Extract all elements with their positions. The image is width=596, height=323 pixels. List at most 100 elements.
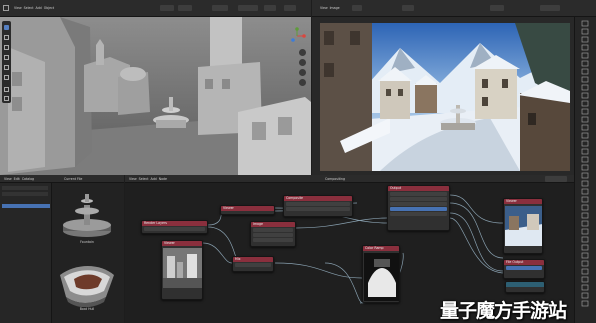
menu-image[interactable]: Image	[330, 6, 340, 10]
node-menu-add[interactable]: Add	[150, 177, 156, 181]
menu-render-view[interactable]: View	[320, 6, 328, 10]
properties-tab-icons[interactable]	[575, 17, 596, 323]
boat-thumbnail	[60, 266, 114, 308]
ortho-toggle-icon[interactable]	[299, 79, 306, 86]
link-10	[449, 212, 504, 272]
link-3	[202, 242, 233, 264]
node-menu-node[interactable]: Node	[159, 177, 167, 181]
menu-add[interactable]: Add	[35, 6, 41, 10]
asset-menu: View Edit Catalog	[4, 177, 64, 181]
node-render-layers-title: Render Layers	[142, 221, 207, 226]
backdrop-toggle[interactable]	[545, 176, 567, 182]
move-tool-icon[interactable]	[4, 45, 9, 50]
catalog-selected[interactable]	[2, 204, 50, 208]
node-tree-title[interactable]: Compositing	[325, 177, 365, 181]
3d-viewport[interactable]	[0, 17, 311, 175]
node-viewer-top[interactable]: Viewer	[220, 205, 275, 215]
viewport-scene	[0, 17, 311, 175]
select-tool-icon[interactable]	[4, 25, 9, 30]
shading-toggle[interactable]	[264, 5, 276, 11]
menu-select[interactable]: Select	[24, 6, 34, 10]
render-pass-select[interactable]	[540, 5, 560, 11]
asset-menu-catalog[interactable]: Catalog	[22, 177, 34, 181]
menu-object[interactable]: Object	[44, 6, 54, 10]
node-menu-select[interactable]: Select	[139, 177, 149, 181]
asset-catalog-sidebar	[0, 183, 52, 323]
asset-header: View Edit Catalog Current File	[0, 175, 124, 183]
scale-tool-icon[interactable]	[4, 65, 9, 70]
node-menu-view[interactable]: View	[129, 177, 137, 181]
node-mix-title: Mix	[233, 257, 273, 262]
asset-item-fountain[interactable]: Fountain	[56, 191, 118, 245]
viewport-toolbar	[2, 21, 11, 103]
camera-view-icon[interactable]	[299, 69, 306, 76]
transform-tool-icon[interactable]	[4, 75, 9, 80]
render-layer-select[interactable]	[402, 5, 414, 11]
fountain-thumbnail	[63, 194, 111, 237]
proportional-toggle[interactable]	[178, 5, 192, 11]
link-9	[449, 202, 504, 259]
node-composite-title: Composite	[284, 196, 352, 201]
pan-icon[interactable]	[299, 59, 306, 66]
navigation-gizmo[interactable]	[288, 27, 306, 45]
cursor-tool-icon[interactable]	[4, 35, 9, 40]
render-header: View Image	[312, 0, 596, 17]
link-12	[324, 262, 364, 304]
node-viewer-right-title: Viewer	[504, 199, 542, 204]
asset-browser: Fountain Boat Hull	[0, 183, 124, 323]
node-image-title: Image	[251, 222, 295, 227]
node-group-title	[506, 282, 544, 287]
overlay-toggle[interactable]	[212, 5, 228, 11]
snap-toggle[interactable]	[160, 5, 174, 11]
node-mix[interactable]: Mix	[232, 256, 274, 272]
asset-item-boat[interactable]: Boat Hull	[56, 255, 118, 313]
node-output-top[interactable]: Output	[387, 185, 450, 231]
zoom-icon[interactable]	[299, 49, 306, 56]
node-viewer-left-title: Viewer	[162, 241, 202, 246]
node-output-bottom-title: File Output	[504, 260, 544, 265]
node-color-ramp[interactable]: Color Ramp	[362, 245, 400, 303]
render-result-panel[interactable]	[312, 17, 574, 175]
link-8	[449, 194, 504, 224]
node-color-ramp-title: Color Ramp	[363, 246, 399, 251]
link-7	[274, 262, 363, 279]
viewport-menu: View Select Add Object	[14, 6, 114, 10]
xray-toggle[interactable]	[238, 5, 258, 11]
annotate-tool-icon[interactable]	[4, 87, 9, 92]
catalog-all[interactable]	[2, 186, 48, 190]
asset-library-select[interactable]: Current File	[64, 177, 104, 181]
render-view-select[interactable]	[490, 5, 504, 11]
watermark: 量子魔方手游站	[440, 300, 567, 322]
node-menu: View Select Add Node	[129, 177, 189, 181]
shading-solid[interactable]	[284, 5, 296, 11]
node-image[interactable]: Image	[250, 221, 296, 247]
link-6	[295, 217, 388, 229]
properties-strip	[574, 17, 596, 323]
node-output-bottom[interactable]: File Output	[503, 259, 545, 279]
node-viewer-right[interactable]: Viewer	[503, 198, 543, 254]
catalog-unassigned[interactable]	[2, 192, 48, 196]
node-viewer-left[interactable]: Viewer	[161, 240, 203, 300]
node-viewer-top-title: Viewer	[221, 206, 274, 211]
node-editor-header: View Select Add Node Compositing	[125, 175, 574, 183]
rotate-tool-icon[interactable]	[4, 55, 9, 60]
node-output-top-title: Output	[388, 186, 449, 191]
node-render-layers[interactable]: Render Layers	[141, 220, 208, 234]
color-ramp-preview	[364, 253, 399, 301]
viewport-nav-buttons	[299, 49, 307, 89]
viewer-right-preview	[505, 206, 542, 246]
menu-view[interactable]: View	[14, 6, 22, 10]
measure-tool-icon[interactable]	[4, 96, 9, 101]
viewport-header: View Select Add Object	[0, 0, 311, 17]
render-menu: View Image	[320, 6, 380, 10]
asset-menu-edit[interactable]: Edit	[14, 177, 20, 181]
asset-menu-view[interactable]: View	[4, 177, 12, 181]
editor-type-icon[interactable]	[3, 5, 9, 11]
node-composite[interactable]: Composite	[283, 195, 353, 217]
viewer-left-preview	[163, 248, 202, 288]
render-slot[interactable]	[352, 5, 362, 11]
node-group-small[interactable]	[505, 281, 545, 293]
asset-label-fountain: Fountain	[80, 240, 94, 244]
render-image	[320, 23, 570, 171]
asset-label-boat: Boat Hull	[79, 307, 95, 311]
